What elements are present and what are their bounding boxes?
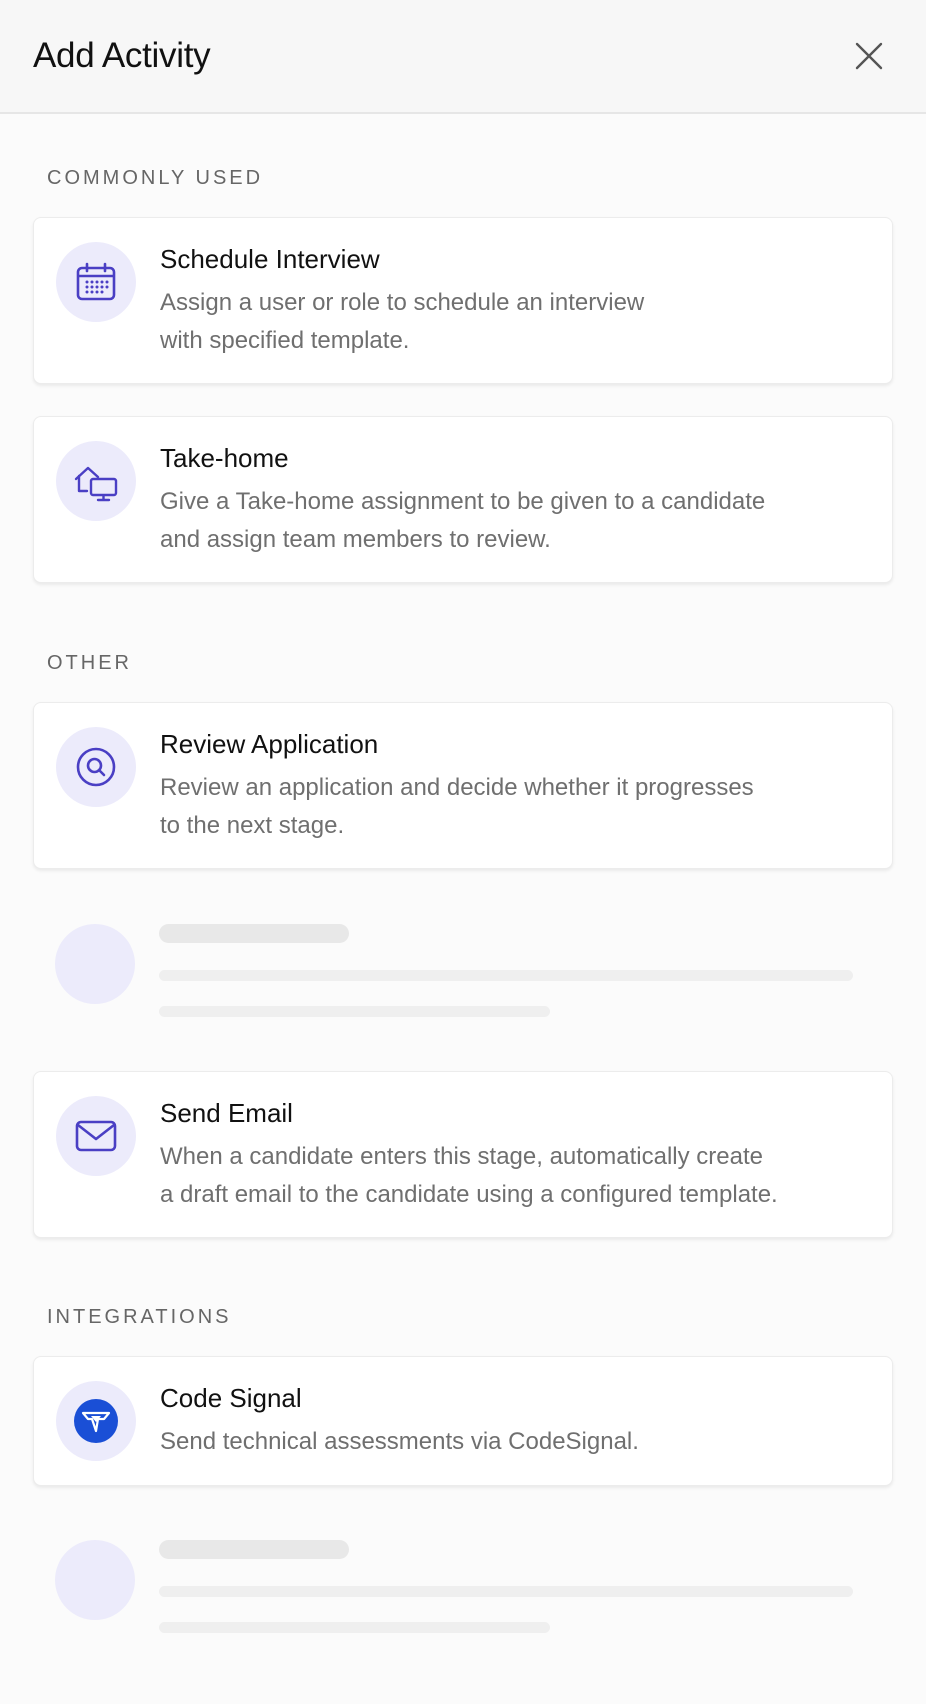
activity-title: Take-home bbox=[160, 443, 289, 473]
icon-badge bbox=[56, 441, 136, 521]
loading-skeleton-item bbox=[33, 1528, 893, 1694]
activity-title: Send Email bbox=[160, 1098, 293, 1128]
home-monitor-icon bbox=[74, 466, 118, 502]
skeleton-line-placeholder bbox=[159, 1006, 550, 1017]
activity-card-review-application[interactable]: Review Application Review an application… bbox=[33, 702, 893, 869]
activity-title: Schedule Interview bbox=[160, 244, 380, 274]
section-label-commonly-used: COMMONLY USED bbox=[47, 167, 264, 189]
dialog-header: Add Activity bbox=[0, 0, 926, 114]
dialog-title: Add Activity bbox=[33, 36, 211, 75]
icon-badge bbox=[56, 1381, 136, 1461]
skeleton-title-placeholder bbox=[159, 924, 349, 943]
skeleton-line-placeholder bbox=[159, 970, 853, 981]
activity-description: Review an application and decide whether… bbox=[160, 774, 754, 839]
activity-description: Assign a user or role to schedule an int… bbox=[160, 289, 645, 354]
activity-card-code-signal[interactable]: Code Signal Send technical assessments v… bbox=[33, 1356, 893, 1486]
activity-description: Send technical assessments via CodeSigna… bbox=[160, 1428, 639, 1455]
skeleton-line-placeholder bbox=[159, 1622, 550, 1633]
calendar-icon bbox=[76, 262, 116, 301]
skeleton-icon-placeholder bbox=[55, 924, 135, 1004]
activity-card-send-email[interactable]: Send Email When a candidate enters this … bbox=[33, 1071, 893, 1238]
codesignal-logo-icon bbox=[74, 1399, 118, 1443]
activity-card-take-home[interactable]: Take-home Give a Take-home assignment to… bbox=[33, 416, 893, 583]
icon-badge bbox=[56, 1096, 136, 1176]
icon-badge bbox=[56, 242, 136, 322]
mail-icon bbox=[75, 1120, 117, 1152]
skeleton-line-placeholder bbox=[159, 1586, 853, 1597]
section-label-integrations: INTEGRATIONS bbox=[47, 1306, 232, 1328]
skeleton-icon-placeholder bbox=[55, 1540, 135, 1620]
search-icon bbox=[76, 747, 116, 787]
activity-title: Code Signal bbox=[160, 1383, 302, 1413]
icon-badge bbox=[56, 727, 136, 807]
section-label-other: OTHER bbox=[47, 652, 132, 674]
skeleton-title-placeholder bbox=[159, 1540, 349, 1559]
activity-description: When a candidate enters this stage, auto… bbox=[160, 1143, 778, 1208]
activity-card-schedule-interview[interactable]: Schedule Interview Assign a user or role… bbox=[33, 217, 893, 384]
close-icon bbox=[855, 42, 883, 70]
activity-description: Give a Take-home assignment to be given … bbox=[160, 488, 766, 553]
close-button[interactable] bbox=[852, 39, 886, 73]
activity-title: Review Application bbox=[160, 729, 379, 759]
loading-skeleton-item bbox=[33, 912, 893, 1078]
